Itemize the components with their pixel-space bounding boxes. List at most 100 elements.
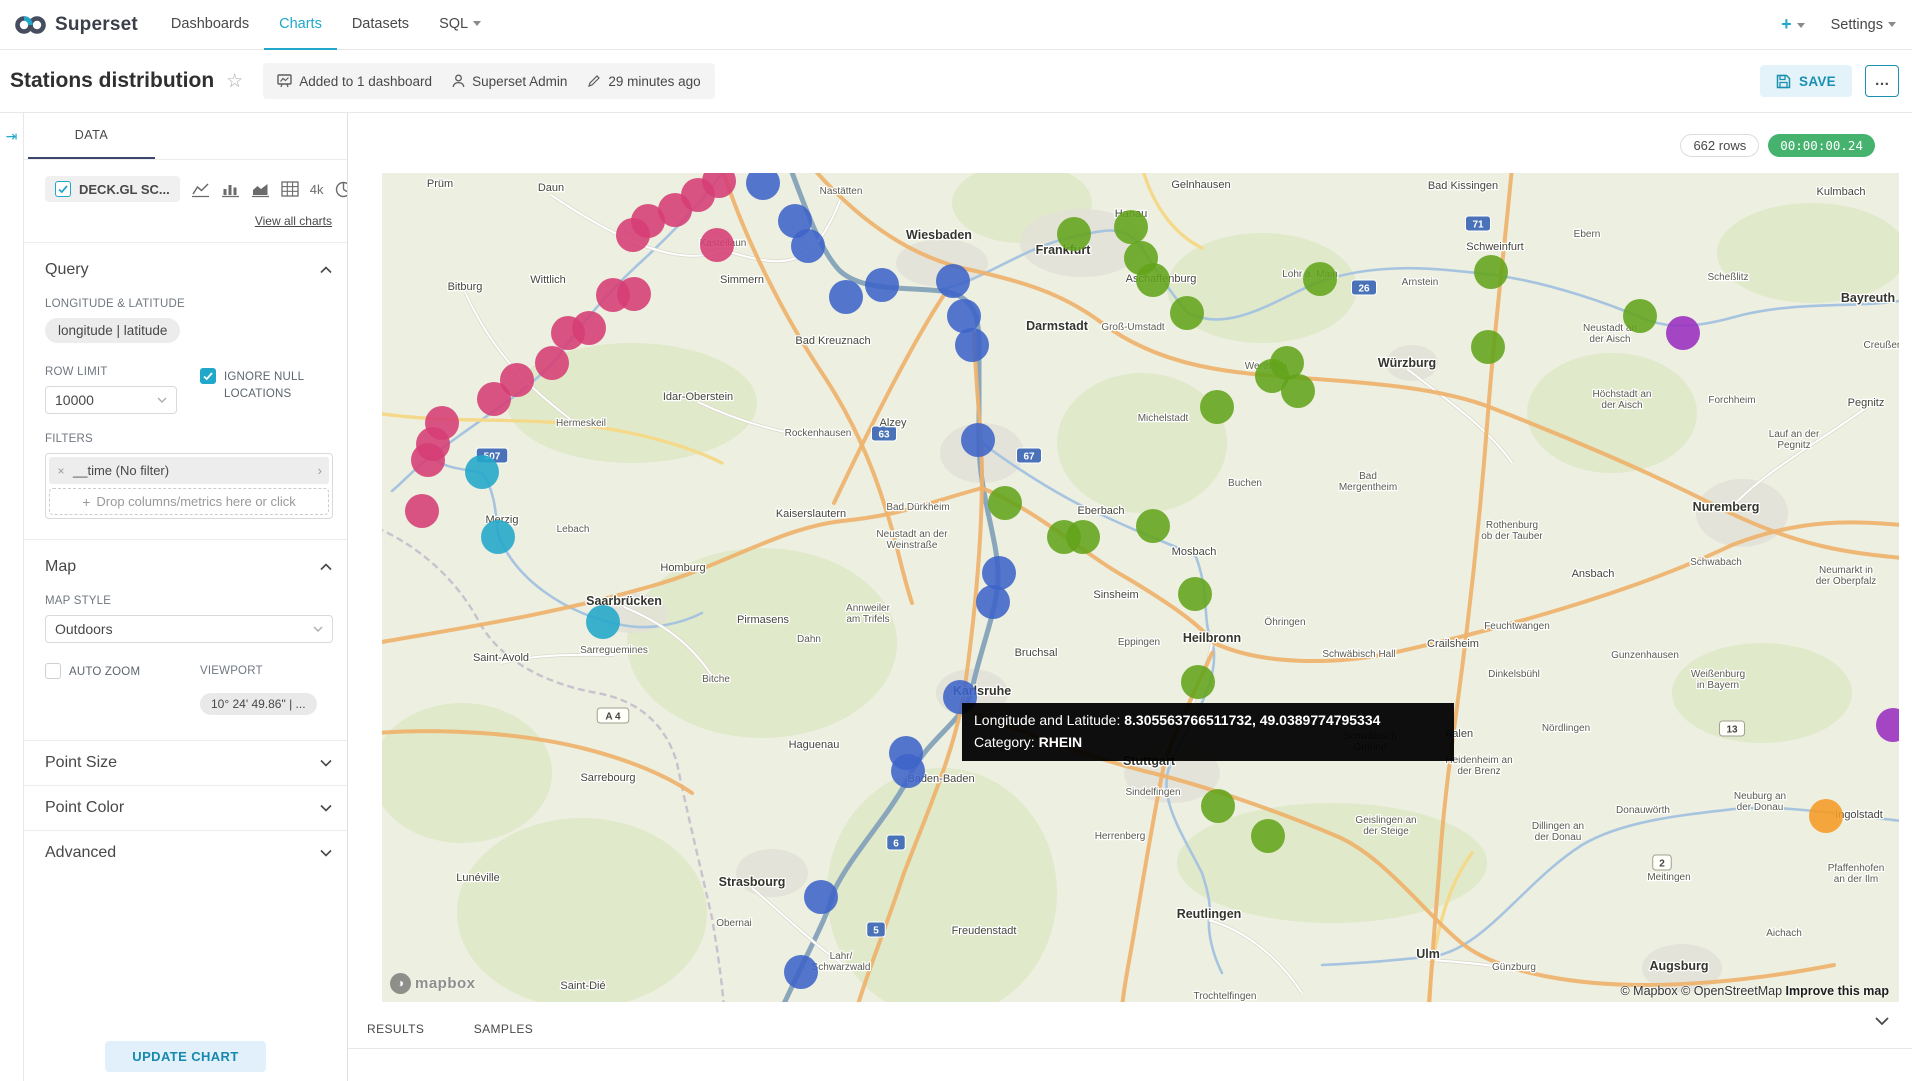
map-city-label: Saarbrücken xyxy=(586,594,662,608)
map-city-label: Weißenburgin Bayern xyxy=(1691,669,1745,691)
brand-name: Superset xyxy=(55,14,138,36)
save-button[interactable]: SAVE xyxy=(1760,65,1852,97)
advanced-section[interactable]: Advanced xyxy=(24,830,347,875)
map-data-point xyxy=(829,280,863,314)
superset-logo[interactable]: Superset xyxy=(0,13,138,37)
area-chart-icon[interactable] xyxy=(251,181,270,198)
map-data-point xyxy=(891,754,925,788)
panel-tabbar: DATA xyxy=(24,113,347,160)
auto-zoom-checkbox-row[interactable]: AUTO ZOOM xyxy=(45,663,200,681)
map-data-point xyxy=(1136,263,1170,297)
map-city-label: Öhringen xyxy=(1264,616,1305,628)
query-timer-badge: 00:00:00.24 xyxy=(1768,134,1875,157)
map-city-label: Nuremberg xyxy=(1693,500,1760,514)
map-forest-patch xyxy=(457,818,707,1002)
map-data-point xyxy=(791,229,825,263)
map-data-point xyxy=(947,299,981,333)
map-city-label: Neuburg ander Donau xyxy=(1734,791,1786,813)
table-icon[interactable] xyxy=(281,181,299,197)
map-city-label: Strasbourg xyxy=(719,875,786,889)
plus-icon: + xyxy=(82,494,90,510)
user-icon xyxy=(452,74,465,88)
map-section-header[interactable]: Map xyxy=(45,558,332,576)
map-road-shield-label: 63 xyxy=(878,430,890,441)
ignore-null-checkbox-row[interactable]: IGNORE NULL LOCATIONS xyxy=(200,368,326,402)
auto-zoom-checkbox xyxy=(45,663,61,679)
chevron-down-icon xyxy=(1888,22,1896,27)
map-data-point xyxy=(1303,262,1337,296)
row-count-badge: 662 rows xyxy=(1680,134,1759,157)
new-button[interactable]: + xyxy=(1781,14,1805,35)
map-city-label: Meitingen xyxy=(1647,872,1690,883)
bar-chart-icon[interactable] xyxy=(221,181,240,198)
map-city-label: Kaiserslautern xyxy=(776,508,846,520)
tab-results[interactable]: RESULTS xyxy=(367,1022,424,1036)
superset-infinity-icon xyxy=(14,13,48,37)
row-limit-select[interactable]: 10000 xyxy=(45,386,177,414)
view-all-charts-link[interactable]: View all charts xyxy=(255,214,332,228)
tooltip-category: RHEIN xyxy=(1039,734,1083,750)
owner-badge[interactable]: Superset Admin xyxy=(452,74,567,89)
line-chart-icon[interactable] xyxy=(191,181,210,198)
filter-chip-time[interactable]: × __time (No filter) › xyxy=(49,457,329,484)
chart-area: 662 rows 00:00:00.24 7126636750765A 4132… xyxy=(348,113,1912,1081)
update-chart-button[interactable]: UPDATE CHART xyxy=(105,1041,265,1072)
more-viz-count[interactable]: 4k xyxy=(310,182,324,197)
remove-filter-icon[interactable]: × xyxy=(49,464,73,478)
map-city-label: Sarrebourg xyxy=(580,772,635,784)
pie-chart-icon[interactable] xyxy=(335,181,348,198)
map-data-point xyxy=(961,423,995,457)
map-style-select[interactable]: Outdoors xyxy=(45,615,333,643)
query-section-header[interactable]: Query xyxy=(45,261,332,279)
map-data-point xyxy=(1170,296,1204,330)
last-modified-badge[interactable]: 29 minutes ago xyxy=(587,74,700,89)
filters-box: × __time (No filter) › + Drop columns/me… xyxy=(45,453,333,519)
map-section: Map MAP STYLE Outdoors AUTO ZOOM VIEWPOR… xyxy=(24,539,347,740)
dashboard-icon xyxy=(277,74,292,88)
chevron-down-icon xyxy=(313,626,323,632)
filter-drop-zone[interactable]: + Drop columns/metrics here or click xyxy=(49,488,329,515)
map-city-label: Creußen xyxy=(1864,340,1899,351)
map-city-label: Darmstadt xyxy=(1026,319,1089,333)
map-city-label: Bitche xyxy=(702,674,730,685)
tooltip-coordinates: 8.305563766511732, 49.0389774795334 xyxy=(1124,712,1380,728)
nav-sql[interactable]: SQL xyxy=(424,0,496,50)
map-city-label: Sinsheim xyxy=(1093,589,1138,601)
collapse-south-pane-icon[interactable] xyxy=(1874,1016,1890,1026)
map-urban-patch xyxy=(736,849,808,897)
map-city-label: Bad Kreuznach xyxy=(795,335,870,347)
point-color-section[interactable]: Point Color xyxy=(24,785,347,830)
expand-panel-icon[interactable]: ⇥ xyxy=(6,128,18,144)
nav-datasets[interactable]: Datasets xyxy=(337,0,424,50)
map-attribution[interactable]: © Mapbox © OpenStreetMap Improve this ma… xyxy=(1620,984,1889,998)
tab-data[interactable]: DATA xyxy=(28,113,155,159)
viewport-value-chip[interactable]: 10° 24' 49.86" | ... xyxy=(200,693,317,715)
map-city-label: Idar-Oberstein xyxy=(663,391,733,403)
south-pane-divider xyxy=(348,1048,1912,1049)
map-forest-patch xyxy=(1717,203,1899,303)
map-city-label: Donauwörth xyxy=(1616,805,1670,816)
mapbox-logo[interactable]: ◑ mapbox xyxy=(390,973,476,994)
map-city-label: Freudenstadt xyxy=(952,925,1017,937)
map-data-point xyxy=(586,605,620,639)
favorite-star-icon[interactable]: ☆ xyxy=(226,70,243,93)
page-title: Stations distribution xyxy=(10,69,214,93)
map-data-point xyxy=(1181,665,1215,699)
deckgl-map[interactable]: 7126636750765A 4132PrümDaunNastättenGeln… xyxy=(382,173,1899,1002)
map-data-point xyxy=(405,494,439,528)
dashboard-count-badge[interactable]: Added to 1 dashboard xyxy=(277,74,432,89)
more-options-button[interactable]: … xyxy=(1865,65,1899,97)
ignore-null-checkbox xyxy=(200,368,216,384)
nav-dashboards[interactable]: Dashboards xyxy=(156,0,264,50)
map-road-shield-label: 6 xyxy=(893,839,899,850)
nav-charts[interactable]: Charts xyxy=(264,0,337,50)
map-city-label: Forchheim xyxy=(1708,395,1755,406)
tab-samples[interactable]: SAMPLES xyxy=(474,1022,534,1036)
viz-type-chip[interactable]: DECK.GL SC... xyxy=(45,176,180,202)
settings-menu[interactable]: Settings xyxy=(1831,17,1896,33)
filters-label: FILTERS xyxy=(45,433,332,445)
lonlat-value-chip[interactable]: longitude | latitude xyxy=(45,318,180,343)
map-city-label: Pfaffenhofenan der Ilm xyxy=(1828,863,1885,885)
map-city-label: Schwäbisch Hall xyxy=(1322,649,1395,660)
point-size-section[interactable]: Point Size xyxy=(24,740,347,785)
